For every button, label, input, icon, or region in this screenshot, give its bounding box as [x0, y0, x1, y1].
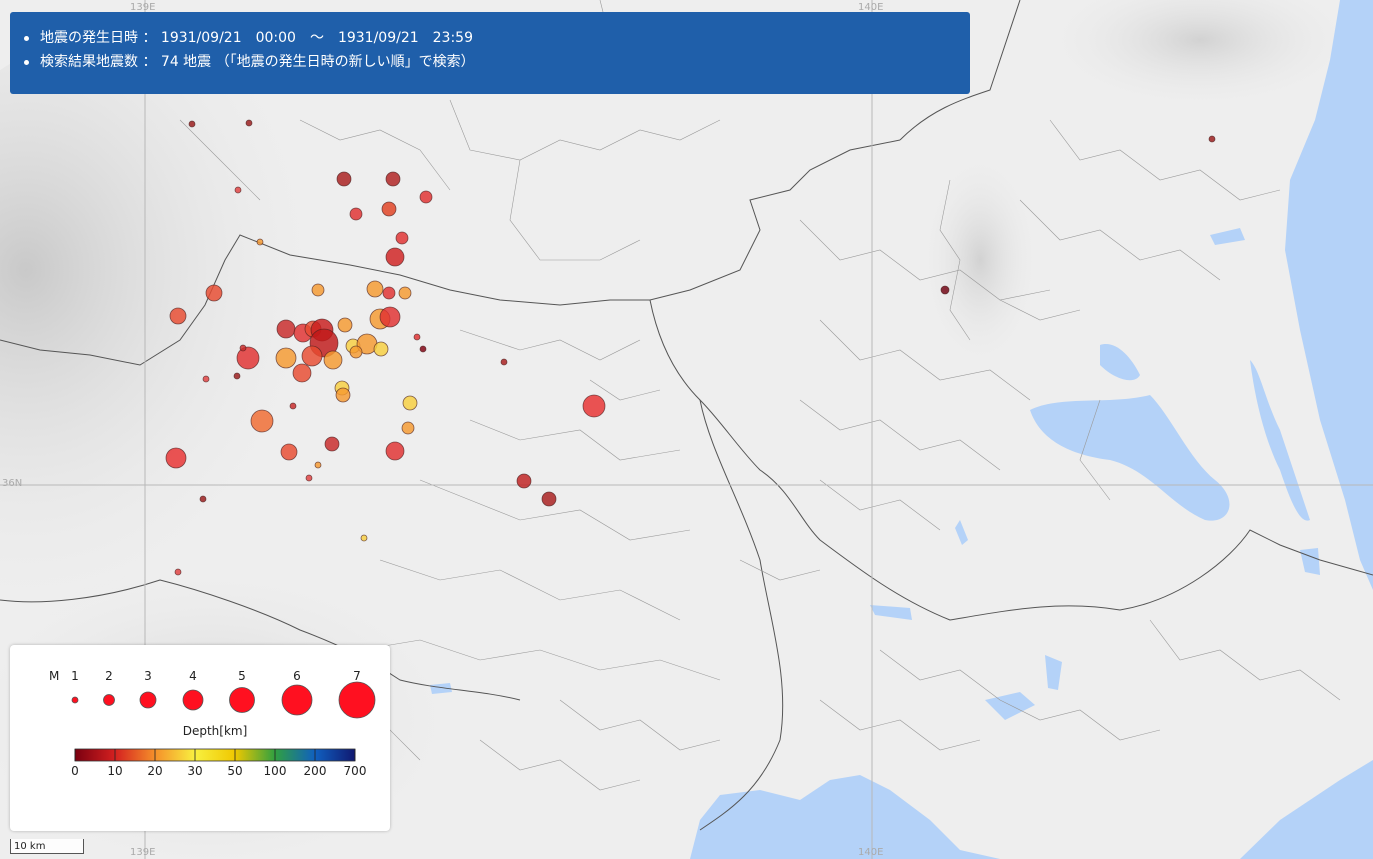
earthquake-marker[interactable]: [401, 421, 415, 435]
earthquake-marker[interactable]: [381, 201, 397, 217]
magnitude-circle-1: [71, 696, 79, 704]
magnitude-scale: 1 2 3 4 5 6 7: [71, 669, 376, 719]
magnitude-circle-3: [139, 691, 157, 709]
earthquake-marker[interactable]: [301, 345, 323, 367]
earthquake-marker[interactable]: [234, 186, 242, 194]
earthquake-marker[interactable]: [245, 119, 253, 127]
bullet-icon: [24, 59, 29, 65]
bullet-icon: [24, 35, 29, 41]
earthquake-marker[interactable]: [188, 120, 196, 128]
depth-tick-label-50: 50: [227, 764, 242, 778]
earthquake-marker[interactable]: [280, 443, 298, 461]
period-label: 地震の発生日時: [40, 30, 138, 46]
earthquake-marker[interactable]: [419, 190, 433, 204]
period-value: 1931/09/21 00:00 ～ 1931/09/21 23:59: [160, 30, 473, 46]
earthquake-marker[interactable]: [233, 372, 241, 380]
earthquake-marker[interactable]: [385, 171, 401, 187]
depth-title: Depth[km]: [183, 724, 248, 738]
depth-tick-label-10: 10: [107, 764, 122, 778]
earthquake-marker[interactable]: [174, 568, 182, 576]
earthquake-marker[interactable]: [305, 474, 313, 482]
earthquake-marker[interactable]: [373, 341, 389, 357]
earthquake-marker[interactable]: [940, 285, 950, 295]
count-value: 74 地震 （「地震の発生日時の新しい順」で検索）: [160, 54, 475, 70]
magnitude-circle-6: [281, 684, 313, 716]
earthquake-marker[interactable]: [402, 395, 418, 411]
depth-tick-label-200: 200: [304, 764, 327, 778]
earthquake-marker[interactable]: [311, 283, 325, 297]
earthquake-marker[interactable]: [1208, 135, 1216, 143]
earthquake-marker[interactable]: [165, 447, 187, 469]
earthquake-marker[interactable]: [275, 347, 297, 369]
magnitude-circle-7: [338, 681, 376, 719]
depth-tick-label-100: 100: [264, 764, 287, 778]
scale-bar: 10 km: [10, 839, 84, 854]
earthquake-marker[interactable]: [239, 344, 247, 352]
depth-tick-label-0: 0: [71, 764, 79, 778]
magnitude-label-4: 4: [189, 669, 197, 683]
earthquake-marker[interactable]: [335, 387, 351, 403]
count-separator: ：: [138, 54, 161, 70]
earthquake-marker[interactable]: [349, 345, 363, 359]
depth-tick-label-30: 30: [187, 764, 202, 778]
magnitude-circle-2: [103, 694, 115, 706]
depth-color-scale: 0 10 20 30 50 100 200 700: [71, 748, 367, 778]
earthquake-marker[interactable]: [382, 286, 396, 300]
count-row: 検索結果地震数 ： 74 地震 （「地震の発生日時の新しい順」で検索）: [24, 50, 970, 74]
magnitude-label-7: 7: [353, 669, 361, 683]
earthquake-marker[interactable]: [349, 207, 363, 221]
earthquake-marker[interactable]: [500, 358, 508, 366]
earthquake-marker[interactable]: [395, 231, 409, 245]
earthquake-marker[interactable]: [541, 491, 557, 507]
earthquake-marker[interactable]: [398, 286, 412, 300]
earthquake-marker[interactable]: [199, 495, 207, 503]
earthquake-marker[interactable]: [202, 375, 210, 383]
earthquake-marker[interactable]: [276, 319, 296, 339]
earthquake-marker[interactable]: [289, 402, 297, 410]
period-row: 地震の発生日時 ： 1931/09/21 00:00 ～ 1931/09/21 …: [24, 26, 970, 50]
earthquake-marker[interactable]: [250, 409, 274, 433]
magnitude-circle-4: [182, 689, 204, 711]
depth-tick-label-700: 700: [344, 764, 367, 778]
earthquake-marker[interactable]: [236, 346, 260, 370]
magnitude-label: M: [49, 669, 59, 683]
depth-tick-label-20: 20: [147, 764, 162, 778]
earthquake-marker[interactable]: [385, 441, 405, 461]
map-legend: M 1 2 3 4 5 6 7 Depth[km] 0 10 20 30 50 100 200 700: [10, 645, 390, 831]
earthquake-marker[interactable]: [205, 284, 223, 302]
graticule-label-139e-bottom: 139E: [130, 847, 156, 858]
period-separator: ：: [138, 30, 161, 46]
earthquake-marker[interactable]: [360, 534, 368, 542]
earthquake-marker[interactable]: [256, 238, 264, 246]
magnitude-label-6: 6: [293, 669, 301, 683]
earthquake-marker[interactable]: [379, 306, 401, 328]
magnitude-circle-5: [229, 687, 255, 713]
earthquake-marker[interactable]: [336, 171, 352, 187]
search-summary-panel: 地震の発生日時 ： 1931/09/21 00:00 ～ 1931/09/21 …: [10, 12, 970, 94]
graticule-label-140e-bottom: 140E: [858, 847, 884, 858]
earthquake-marker[interactable]: [314, 461, 322, 469]
count-label: 検索結果地震数: [40, 54, 138, 70]
earthquake-marker[interactable]: [337, 317, 353, 333]
magnitude-label-5: 5: [238, 669, 246, 683]
earthquake-marker[interactable]: [169, 307, 187, 325]
earthquake-marker[interactable]: [385, 247, 405, 267]
magnitude-label-1: 1: [71, 669, 79, 683]
depth-gradient-bar: [74, 748, 356, 762]
earthquake-marker[interactable]: [419, 345, 427, 353]
magnitude-label-2: 2: [105, 669, 113, 683]
earthquake-marker[interactable]: [582, 394, 606, 418]
earthquake-marker[interactable]: [324, 436, 340, 452]
graticule-label-36n: 36N: [2, 478, 23, 489]
earthquake-marker[interactable]: [413, 333, 421, 341]
earthquake-marker[interactable]: [323, 350, 343, 370]
earthquake-marker[interactable]: [366, 280, 384, 298]
earthquake-marker[interactable]: [516, 473, 532, 489]
magnitude-label-3: 3: [144, 669, 152, 683]
earthquake-marker[interactable]: [292, 363, 312, 383]
